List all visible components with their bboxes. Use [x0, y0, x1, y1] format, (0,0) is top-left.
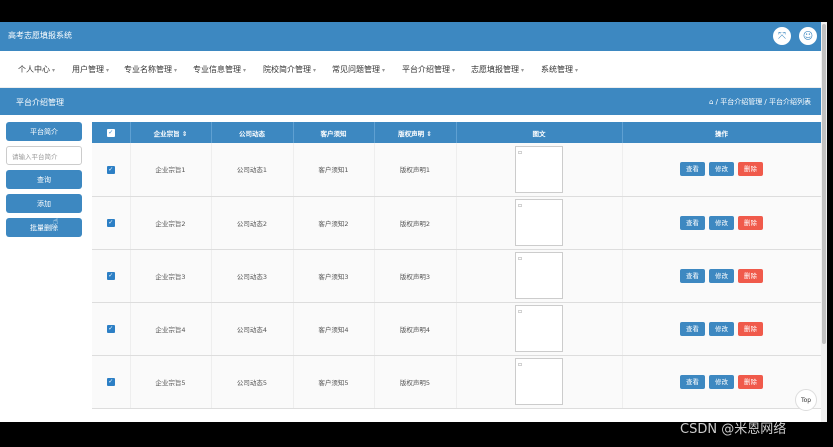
scrollbar-thumb[interactable]	[822, 24, 826, 344]
purpose-cell: 企业宗旨4	[130, 302, 212, 356]
app-window: 高考志愿填报系统 ⤧ ☺ 个人中心 ▾ 用户管理 ▾ 专业名称管理 ▾ 专业信息管理 ▾…	[0, 22, 827, 422]
chevron-down-icon: ▾	[106, 67, 110, 74]
add-button[interactable]: 添加	[6, 194, 82, 213]
select-all-checkbox[interactable]: ✓	[106, 129, 115, 137]
fullscreen-icon[interactable]: ⤧	[773, 27, 791, 45]
view-button[interactable]: 查看	[680, 374, 705, 389]
delete-button[interactable]: 删除	[738, 162, 763, 177]
page-header: 平台介绍管理 ⌂ / 平台介绍管理 / 平台介绍列表	[0, 88, 827, 115]
chevron-down-icon: ▾	[243, 67, 247, 74]
chevron-down-icon: ▾	[313, 67, 317, 74]
column-header: 公司动态	[211, 122, 294, 143]
edit-button[interactable]: 修改	[709, 162, 734, 177]
mouse-cursor-icon: ☝	[53, 217, 59, 227]
copyright-cell: 版权声明2	[374, 196, 457, 250]
delete-button[interactable]: 删除	[738, 268, 763, 283]
notice-cell: 客户须知5	[293, 355, 375, 409]
view-button[interactable]: 查看	[680, 162, 705, 177]
purpose-cell: 企业宗旨1	[130, 143, 212, 197]
select-all-cell: ✓	[92, 122, 131, 143]
copyright-cell: 版权声明1	[374, 143, 457, 197]
table-row: ✓ 企业宗旨2 公司动态2 客户须知2 版权声明2 ▫ 查看 修改 删除	[92, 196, 821, 250]
data-table: ✓ 企业宗旨 ⇕ 公司动态 客户须知 版权声明 ⇕ 图文 操作 ✓ 企业宗旨1 …	[92, 122, 821, 422]
top-bar: 高考志愿填报系统 ⤧ ☺	[0, 22, 827, 51]
menu-item[interactable]: 专业名称管理 ▾	[124, 64, 177, 75]
purpose-cell: 企业宗旨2	[130, 196, 212, 250]
table-row: ✓ 企业宗旨4 公司动态4 客户须知4 版权声明4 ▫ 查看 修改 删除	[92, 302, 821, 356]
menu-item[interactable]: 个人中心 ▾	[18, 64, 55, 75]
back-to-top-button[interactable]: Top	[795, 389, 817, 411]
chevron-down-icon: ▾	[452, 67, 456, 74]
column-header: 操作	[622, 122, 821, 143]
table-row: ✓ 企业宗旨1 公司动态1 客户须知1 版权声明1 ▫ 查看 修改 删除	[92, 143, 821, 197]
row-checkbox[interactable]: ✓	[106, 219, 115, 227]
chevron-down-icon: ▾	[382, 67, 386, 74]
news-cell: 公司动态1	[211, 143, 294, 197]
chevron-down-icon: ▾	[52, 67, 56, 74]
row-checkbox[interactable]: ✓	[106, 325, 115, 333]
view-button[interactable]: 查看	[680, 268, 705, 283]
notice-cell: 客户须知2	[293, 196, 375, 250]
copyright-cell: 版权声明5	[374, 355, 457, 409]
chevron-down-icon: ▾	[575, 67, 579, 74]
menu-item[interactable]: 常见问题管理 ▾	[332, 64, 385, 75]
news-cell: 公司动态5	[211, 355, 294, 409]
chevron-down-icon: ▾	[174, 67, 178, 74]
notice-cell: 客户须知1	[293, 143, 375, 197]
edit-button[interactable]: 修改	[709, 374, 734, 389]
page-title: 平台介绍管理	[16, 98, 64, 107]
column-header: 图文	[456, 122, 623, 143]
news-cell: 公司动态3	[211, 249, 294, 303]
edit-button[interactable]: 修改	[709, 215, 734, 230]
breadcrumb[interactable]: ⌂ / 平台介绍管理 / 平台介绍列表	[709, 97, 811, 107]
vertical-scrollbar[interactable]	[821, 22, 827, 422]
purpose-cell: 企业宗旨3	[130, 249, 212, 303]
menu-item[interactable]: 专业信息管理 ▾	[193, 64, 246, 75]
notice-cell: 客户须知3	[293, 249, 375, 303]
delete-button[interactable]: 删除	[738, 321, 763, 336]
row-checkbox[interactable]: ✓	[106, 378, 115, 386]
menu-item[interactable]: 院校简介管理 ▾	[263, 64, 316, 75]
broken-image-icon: ▫	[515, 145, 563, 193]
main-menu: 个人中心 ▾ 用户管理 ▾ 专业名称管理 ▾ 专业信息管理 ▾ 院校简介管理 ▾ 常见问题…	[0, 51, 827, 88]
chevron-down-icon: ▾	[521, 67, 525, 74]
notice-cell: 客户须知4	[293, 302, 375, 356]
menu-item[interactable]: 平台介绍管理 ▾	[402, 64, 455, 75]
delete-button[interactable]: 删除	[738, 374, 763, 389]
view-button[interactable]: 查看	[680, 215, 705, 230]
table-row: ✓ 企业宗旨3 公司动态3 客户须知3 版权声明3 ▫ 查看 修改 删除	[92, 249, 821, 303]
search-input[interactable]: 请输入平台简介	[6, 146, 82, 165]
copyright-cell: 版权声明3	[374, 249, 457, 303]
copyright-cell: 版权声明4	[374, 302, 457, 356]
table-row: ✓ 企业宗旨5 公司动态5 客户须知5 版权声明5 ▫ 查看 修改 删除	[92, 355, 821, 409]
row-checkbox[interactable]: ✓	[106, 165, 115, 174]
news-cell: 公司动态2	[211, 196, 294, 250]
delete-button[interactable]: 删除	[738, 215, 763, 230]
purpose-cell: 企业宗旨5	[130, 355, 212, 409]
user-icon[interactable]: ☺	[799, 27, 817, 45]
row-checkbox[interactable]: ✓	[106, 272, 115, 280]
column-header[interactable]: 企业宗旨 ⇕	[130, 122, 212, 143]
broken-image-icon: ▫	[515, 358, 563, 405]
view-button[interactable]: 查看	[680, 321, 705, 336]
menu-item[interactable]: 用户管理 ▾	[72, 64, 109, 75]
column-header[interactable]: 版权声明 ⇕	[374, 122, 457, 143]
filter-label: 平台简介	[6, 122, 82, 141]
column-header: 客户须知	[293, 122, 375, 143]
news-cell: 公司动态4	[211, 302, 294, 356]
broken-image-icon: ▫	[515, 305, 563, 352]
edit-button[interactable]: 修改	[709, 268, 734, 283]
menu-item[interactable]: 系统管理 ▾	[541, 64, 578, 75]
menu-item[interactable]: 志愿填报管理 ▾	[471, 64, 524, 75]
watermark: CSDN @米恩网络	[680, 422, 787, 437]
broken-image-icon: ▫	[515, 252, 563, 299]
batch-delete-button[interactable]: 批量删除	[6, 218, 82, 237]
app-title: 高考志愿填报系统	[8, 31, 72, 40]
broken-image-icon: ▫	[515, 199, 563, 246]
edit-button[interactable]: 修改	[709, 321, 734, 336]
query-button[interactable]: 查询	[6, 170, 82, 189]
